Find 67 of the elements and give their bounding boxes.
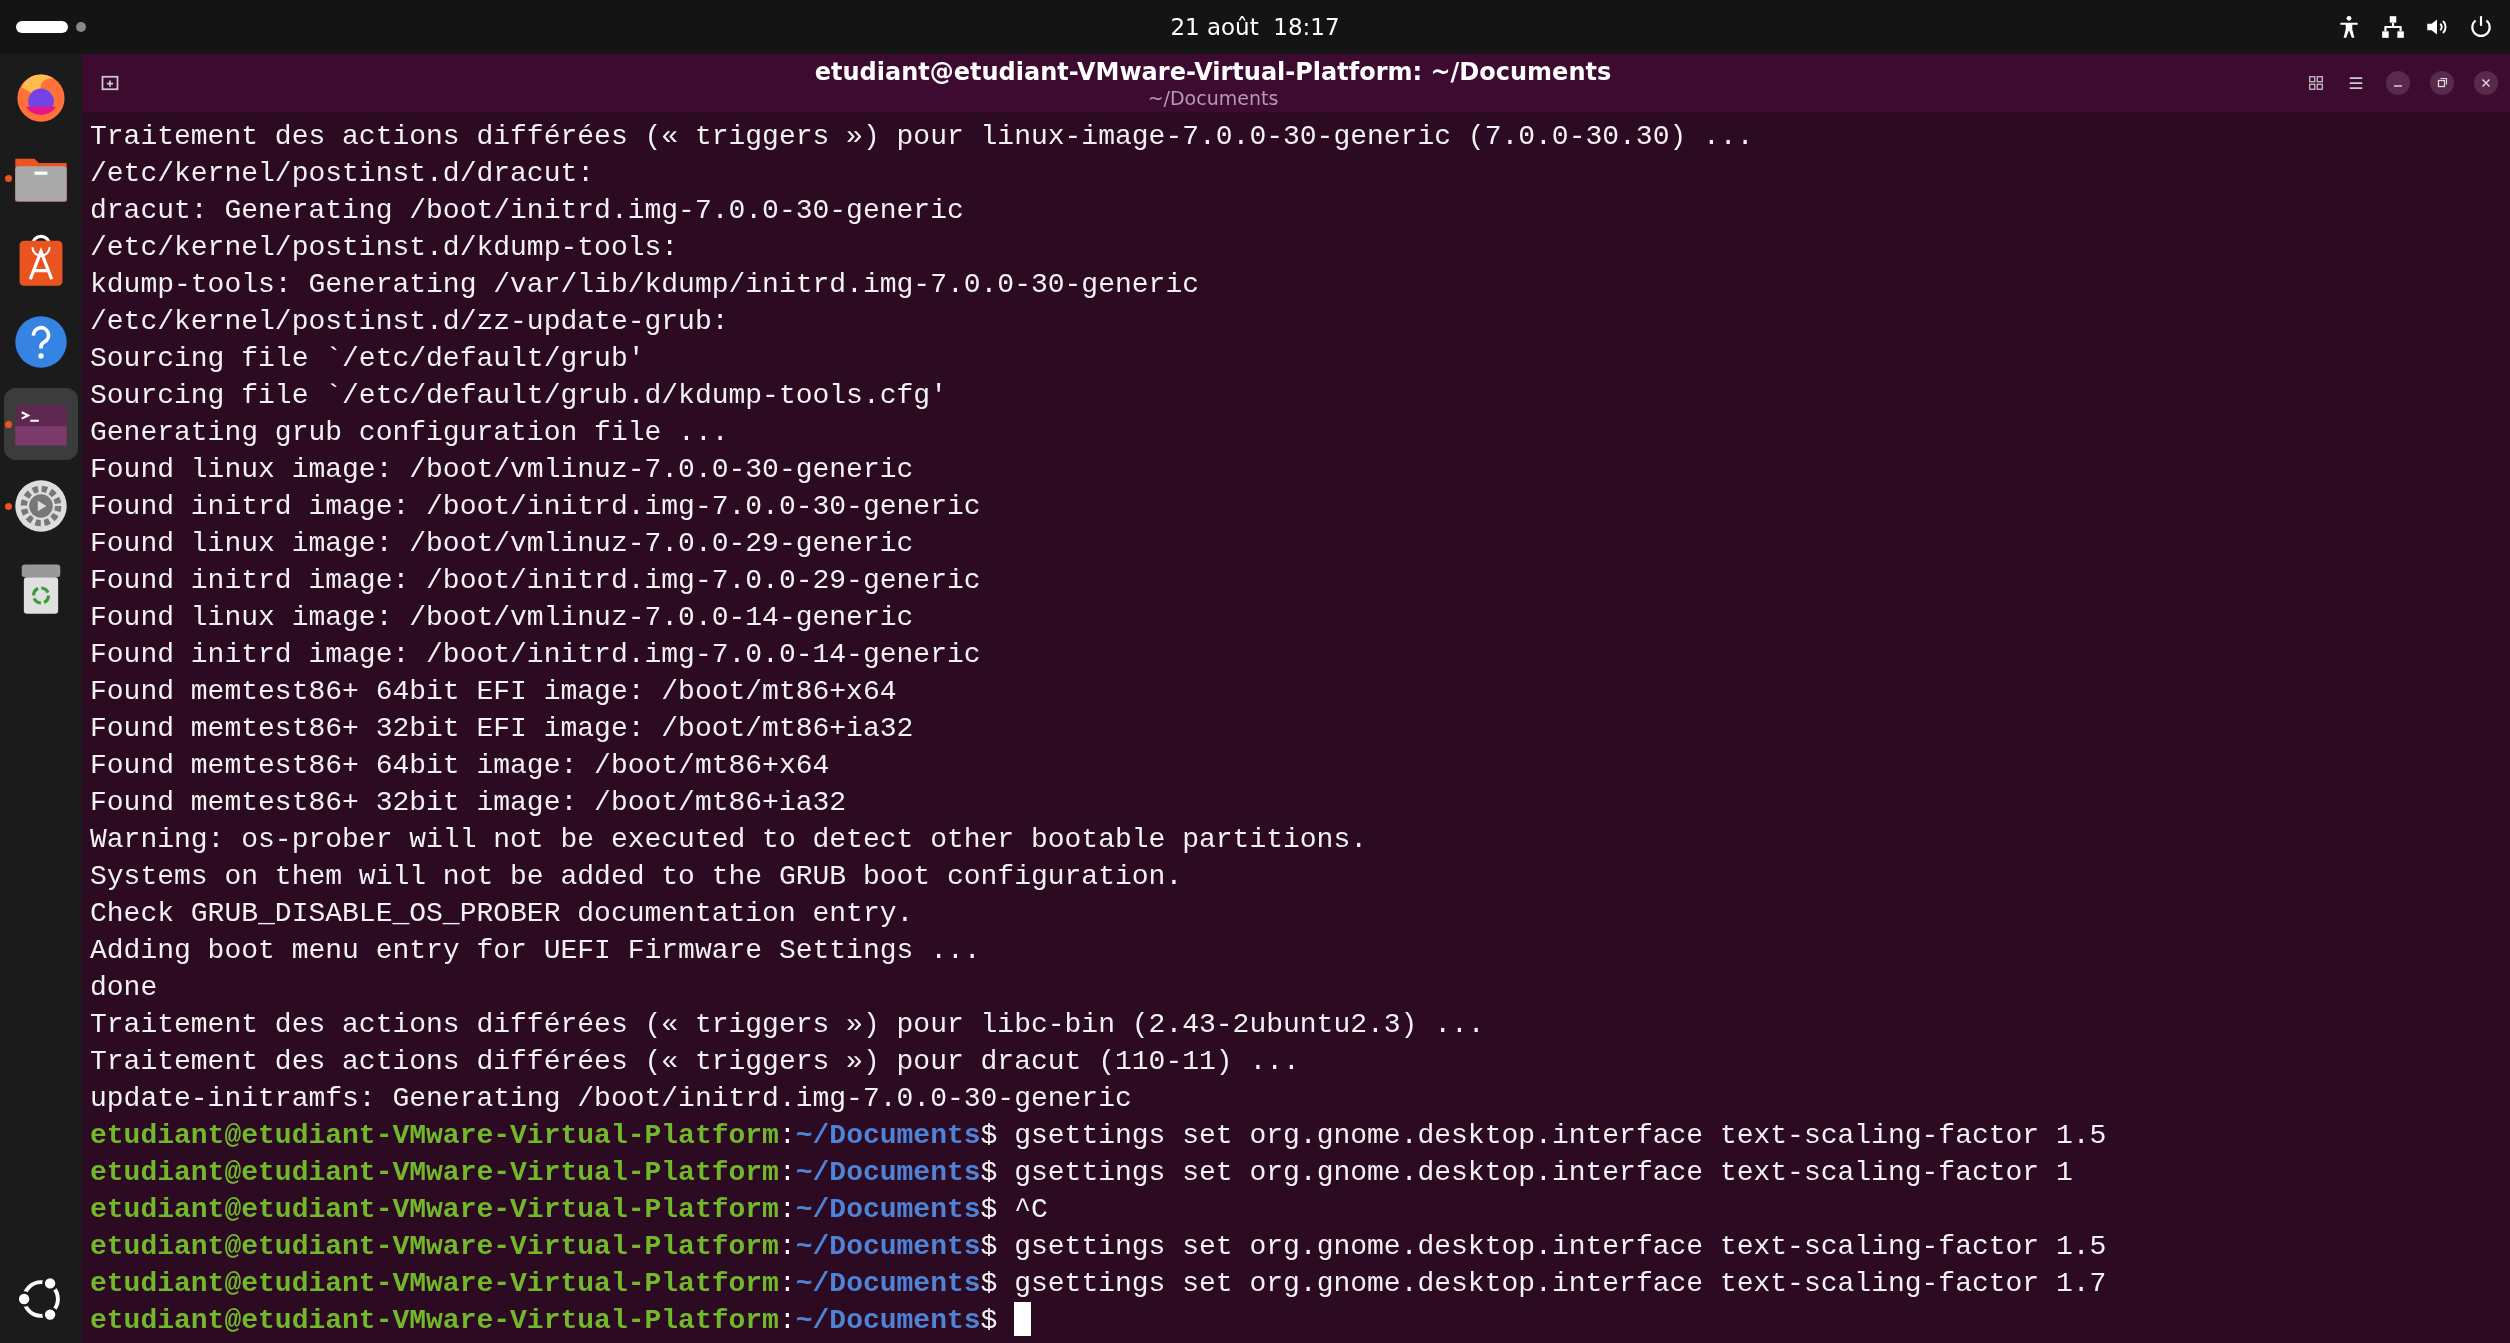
terminal-command: gsettings set org.gnome.desktop.interface text-scaling-factor 1.7 xyxy=(1013,1268,2107,1299)
workspace-indicator-icon[interactable] xyxy=(16,21,68,33)
terminal-output-line: Found initrd image: /boot/initrd.img-7.0.0-30-generic xyxy=(90,490,982,524)
terminal-output-line: Systems on them will not be added to the GRUB boot configuration. xyxy=(90,860,1184,894)
prompt-separator: : xyxy=(778,1194,796,1225)
prompt-path: ~/Documents xyxy=(795,1194,981,1225)
prompt-symbol: $ xyxy=(980,1194,998,1225)
terminal-output-line: Found memtest86+ 64bit image: /boot/mt86+x64 xyxy=(90,749,831,783)
terminal-output-line: Traitement des actions différées (« triggers ») pour dracut (110-11) ... xyxy=(90,1045,1301,1079)
prompt-symbol: $ xyxy=(980,1231,998,1262)
terminal-output-line: /etc/kernel/postinst.d/dracut: xyxy=(90,157,596,191)
prompt-separator: : xyxy=(778,1231,796,1262)
terminal-output-line: Generating grub configuration file ... xyxy=(90,416,730,450)
terminal-output-line: Found memtest86+ 64bit EFI image: /boot/mt86+x64 xyxy=(90,675,898,709)
terminal-output-line: Found memtest86+ 32bit image: /boot/mt86+ia32 xyxy=(90,786,848,820)
terminal-output-line: Found initrd image: /boot/initrd.img-7.0.0-14-generic xyxy=(90,638,982,672)
prompt-separator: : xyxy=(778,1120,796,1151)
terminal-command: gsettings set org.gnome.desktop.interface text-scaling-factor 1.5 xyxy=(1013,1120,2107,1151)
prompt-path: ~/Documents xyxy=(795,1120,981,1151)
terminal-output-line: Adding boot menu entry for UEFI Firmware Settings ... xyxy=(90,934,982,968)
prompt-symbol: $ xyxy=(980,1305,998,1336)
prompt-user-host: etudiant@etudiant-VMware-Virtual-Platform xyxy=(90,1231,779,1262)
terminal-output-line: /etc/kernel/postinst.d/zz-update-grub: xyxy=(90,305,730,339)
terminal-output-line: Found memtest86+ 32bit EFI image: /boot/mt86+ia32 xyxy=(90,712,915,746)
prompt-path: ~/Documents xyxy=(795,1157,981,1188)
prompt-separator: : xyxy=(778,1157,796,1188)
restore-button[interactable] xyxy=(2430,71,2454,95)
prompt-user-host: etudiant@etudiant-VMware-Virtual-Platform xyxy=(90,1194,779,1225)
prompt-symbol: $ xyxy=(980,1157,998,1188)
terminal-output-line: dracut: Generating /boot/initrd.img-7.0.0-30-generic xyxy=(90,194,965,228)
prompt-path: ~/Documents xyxy=(795,1305,981,1336)
terminal-output-line: kdump-tools: Generating /var/lib/kdump/initrd.img-7.0.0-30-generic xyxy=(90,268,1200,302)
prompt-separator: : xyxy=(778,1305,796,1336)
terminal-output-line: Found linux image: /boot/vmlinuz-7.0.0-30-generic xyxy=(90,453,915,487)
new-tab-icon[interactable] xyxy=(100,73,120,93)
prompt-user-host: etudiant@etudiant-VMware-Virtual-Platform xyxy=(90,1305,779,1336)
prompt-symbol: $ xyxy=(980,1120,998,1151)
prompt-separator: : xyxy=(778,1268,796,1299)
window-subtitle: ~/Documents xyxy=(1147,87,1279,109)
grid-icon[interactable] xyxy=(2306,73,2326,93)
window-title: etudiant@etudiant-VMware-Virtual-Platform: ~/Documents xyxy=(814,57,1612,87)
prompt-user-host: etudiant@etudiant-VMware-Virtual-Platform xyxy=(90,1268,779,1299)
prompt-path: ~/Documents xyxy=(795,1231,981,1262)
terminal-command: gsettings set org.gnome.desktop.interface text-scaling-factor 1 xyxy=(1013,1157,2073,1188)
terminal-output-line: Found linux image: /boot/vmlinuz-7.0.0-29-generic xyxy=(90,527,915,561)
power-icon[interactable] xyxy=(2468,14,2494,40)
prompt-user-host: etudiant@etudiant-VMware-Virtual-Platform xyxy=(90,1157,779,1188)
terminal-command: gsettings set org.gnome.desktop.interface text-scaling-factor 1.5 xyxy=(1013,1231,2107,1262)
minimize-button[interactable] xyxy=(2386,71,2410,95)
terminal-output-line: Warning: os-prober will not be executed to detect other bootable partitions. xyxy=(90,823,1368,857)
terminal-command: ^C xyxy=(1013,1194,1048,1225)
terminal-output-line: Sourcing file `/etc/default/grub' xyxy=(90,342,646,376)
terminal-output-line: /etc/kernel/postinst.d/kdump-tools: xyxy=(90,231,680,265)
network-icon[interactable] xyxy=(2380,14,2406,40)
close-button[interactable] xyxy=(2474,71,2498,95)
prompt-path: ~/Documents xyxy=(795,1268,981,1299)
terminal-output-line: Found initrd image: /boot/initrd.img-7.0.0-29-generic xyxy=(90,564,982,598)
prompt-user-host: etudiant@etudiant-VMware-Virtual-Platform xyxy=(90,1120,779,1151)
terminal-output-line: Found linux image: /boot/vmlinuz-7.0.0-14-generic xyxy=(90,601,915,635)
clock[interactable]: 21 août 18:17 xyxy=(1170,14,1340,40)
terminal-output-line: Traitement des actions différées (« triggers ») pour linux-image-7.0.0-30-generic (7.0.0-30.30) ... xyxy=(90,120,1755,154)
terminal-output-line: Sourcing file `/etc/default/grub.d/kdump-tools.cfg' xyxy=(90,379,948,413)
terminal-output-line: Traitement des actions différées (« triggers ») pour libc-bin (2.43-2ubuntu2.3) ... xyxy=(90,1008,1486,1042)
terminal-output-line: Check GRUB_DISABLE_OS_PROBER documentation entry. xyxy=(90,897,915,931)
terminal-output-line: done xyxy=(90,971,159,1005)
terminal-output-line: update-initramfs: Generating /boot/initrd.img-7.0.0-30-generic xyxy=(90,1082,1133,1116)
prompt-symbol: $ xyxy=(980,1268,998,1299)
